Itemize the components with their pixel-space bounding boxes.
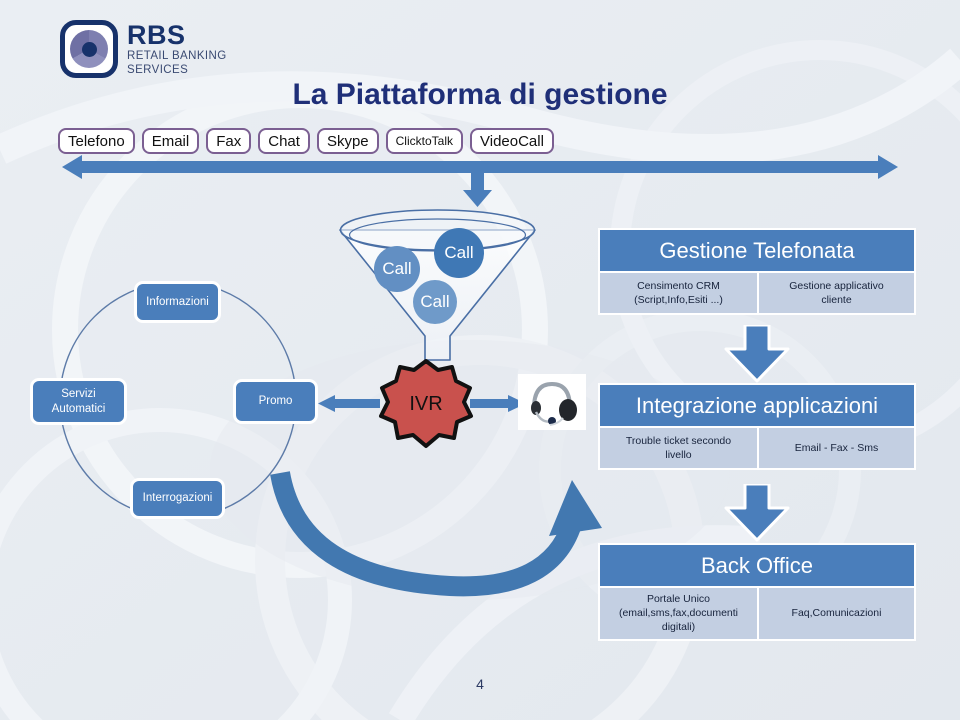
channel-button-label: VideoCall — [480, 132, 544, 150]
channel-button-label: ClicktoTalk — [395, 134, 453, 148]
flow-down-arrow — [722, 484, 792, 542]
backoffice-feedback-arrow — [250, 428, 650, 618]
channel-button-label: Skype — [326, 132, 369, 150]
panel-back-office: Back Office Portale Unico (email,sms,fax… — [598, 543, 916, 641]
logo-ring-icon — [70, 30, 108, 68]
panel-title: Gestione Telefonata — [598, 228, 916, 273]
channel-distribution-arrow — [0, 150, 960, 210]
headset-icon — [518, 374, 586, 430]
panel-cell[interactable]: Email - Fax - Sms — [757, 428, 914, 468]
cycle-item-interrogazioni[interactable]: Interrogazioni — [130, 478, 225, 519]
call-bubble: Call — [413, 280, 457, 324]
logo-subtitle-line1: RETAIL BANKING — [127, 50, 227, 62]
rbs-circle-logo-icon — [60, 20, 118, 78]
panel-title: Back Office — [598, 543, 916, 588]
panel-title: Integrazione applicazioni — [598, 383, 916, 428]
call-bubble-label: Call — [420, 292, 450, 311]
panel-body: Portale Unico (email,sms,fax,documenti d… — [598, 588, 916, 641]
panel-cell[interactable]: Portale Unico (email,sms,fax,documenti d… — [600, 588, 757, 639]
page-number: 4 — [476, 676, 484, 692]
call-bubble-label: Call — [444, 243, 474, 262]
channel-button-label: Email — [151, 132, 190, 150]
cycle-item-promo[interactable]: Promo — [233, 379, 318, 424]
brand-logo: RBS RETAIL BANKING SERVICES — [60, 20, 227, 78]
cycle-item-servizi-automatici[interactable]: Servizi Automatici — [30, 378, 127, 425]
flow-down-arrow — [722, 325, 792, 383]
logo-wordmark: RBS RETAIL BANKING SERVICES — [127, 22, 227, 76]
panel-cell[interactable]: Gestione applicativo cliente — [757, 273, 914, 313]
panel-integrazione-applicazioni: Integrazione applicazioni Trouble ticket… — [598, 383, 916, 470]
cycle-item-label: Interrogazioni — [142, 492, 213, 505]
slide-canvas: RBS RETAIL BANKING SERVICES La Piattafor… — [0, 0, 960, 720]
logo-title: RBS — [127, 20, 186, 50]
channel-button-label: Chat — [268, 132, 300, 150]
panel-cell[interactable]: Trouble ticket secondo livello — [600, 428, 757, 468]
panel-body: Censimento CRM (Script,Info,Esiti ...) G… — [598, 273, 916, 315]
cycle-item-label: Informazioni — [146, 295, 209, 308]
call-bubble: Call — [434, 228, 484, 278]
panel-body: Trouble ticket secondo livello Email - F… — [598, 428, 916, 470]
channel-button-label: Fax — [216, 132, 242, 150]
call-bubble: Call — [374, 246, 420, 292]
panel-cell[interactable]: Faq,Comunicazioni — [757, 588, 914, 639]
promo-to-ivr-arrow — [318, 394, 380, 414]
panel-cell[interactable]: Censimento CRM (Script,Info,Esiti ...) — [600, 273, 757, 313]
cycle-item-label: Promo — [258, 395, 293, 408]
page-title: La Piattaforma di gestione — [292, 78, 668, 111]
cycle-item-label: Servizi Automatici — [51, 388, 106, 415]
logo-subtitle-line2: SERVICES — [127, 63, 189, 76]
cycle-item-informazioni[interactable]: Informazioni — [134, 281, 221, 323]
call-bubble-label: Call — [382, 259, 412, 278]
panel-gestione-telefonata: Gestione Telefonata Censimento CRM (Scri… — [598, 228, 916, 315]
channel-button-label: Telefono — [68, 132, 125, 150]
